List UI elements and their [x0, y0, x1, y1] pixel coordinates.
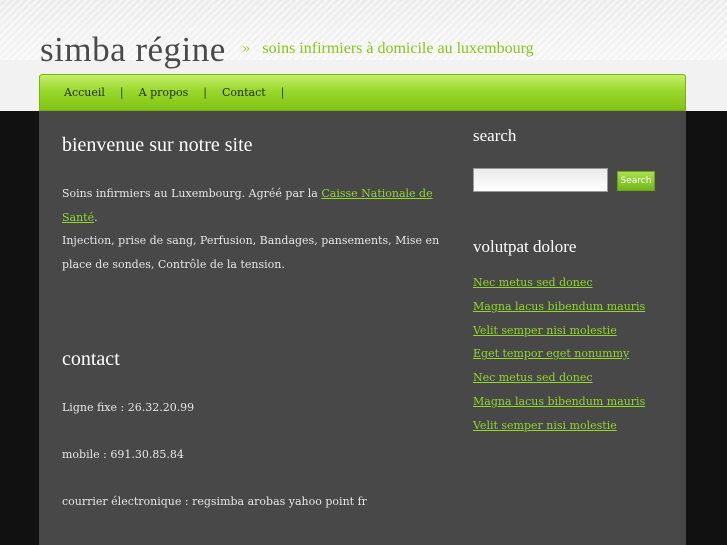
mobile-text: mobile : 691.30.85.84 — [62, 448, 184, 461]
nav-item-a-propos[interactable]: A propos — [139, 86, 189, 99]
main-navigation: Accueil | A propos | Contact | — [39, 74, 686, 111]
nav-separator: | — [203, 86, 208, 99]
list-item: Velit semper nisi molestie — [473, 319, 645, 343]
sidebar-link-list: Nec metus sed donec Magna lacus bibendum… — [473, 271, 645, 438]
site-header: simba régine » soins infirmiers à domici… — [40, 30, 534, 70]
sidebar-link[interactable]: Nec metus sed donec — [473, 371, 593, 384]
list-item: Magna lacus bibendum mauris — [473, 295, 645, 319]
contact-heading: contact — [62, 348, 120, 370]
sidebar-link[interactable]: Nec metus sed donec — [473, 276, 593, 289]
nav-item-contact[interactable]: Contact — [222, 86, 266, 99]
list-item: Nec metus sed donec — [473, 271, 645, 295]
sidebar-link[interactable]: Magna lacus bibendum mauris — [473, 395, 645, 408]
intro-suffix: . — [94, 211, 98, 224]
sidebar-link[interactable]: Velit semper nisi molestie — [473, 324, 617, 337]
nav-separator: | — [119, 86, 124, 99]
intro-paragraph: Soins infirmiers au Luxembourg. Agréé pa… — [62, 182, 462, 230]
intro-prefix: Soins infirmiers au Luxembourg. Agréé pa… — [62, 187, 322, 200]
site-tagline: soins infirmiers à domicile au luxembour… — [262, 40, 534, 57]
sidebar-link[interactable]: Velit semper nisi molestie — [473, 419, 617, 432]
sidebar-link[interactable]: Magna lacus bibendum mauris — [473, 300, 645, 313]
phone-text: Ligne fixe : 26.32.20.99 — [62, 401, 195, 414]
nav-item-accueil[interactable]: Accueil — [64, 86, 105, 99]
search-button[interactable]: Search — [617, 171, 655, 191]
list-item: Eget tempor eget nonummy — [473, 342, 645, 366]
list-item: Nec metus sed donec — [473, 366, 645, 390]
search-heading: search — [473, 126, 517, 145]
content-panel: bienvenue sur notre site Soins infirmier… — [39, 111, 686, 545]
site-name[interactable]: simba régine — [40, 30, 226, 70]
list-item: Velit semper nisi molestie — [473, 414, 645, 438]
sidebar-links-heading: volutpat dolore — [473, 237, 577, 256]
services-paragraph: Injection, prise de sang, Perfusion, Ban… — [62, 234, 440, 271]
nav-separator: | — [280, 86, 285, 99]
search-input[interactable] — [473, 168, 608, 192]
welcome-heading: bienvenue sur notre site — [62, 134, 253, 156]
email-text: courrier électronique : regsimba arobas … — [62, 495, 367, 508]
sidebar-link[interactable]: Eget tempor eget nonummy — [473, 347, 629, 360]
list-item: Magna lacus bibendum mauris — [473, 390, 645, 414]
header-separator: » — [241, 41, 251, 57]
